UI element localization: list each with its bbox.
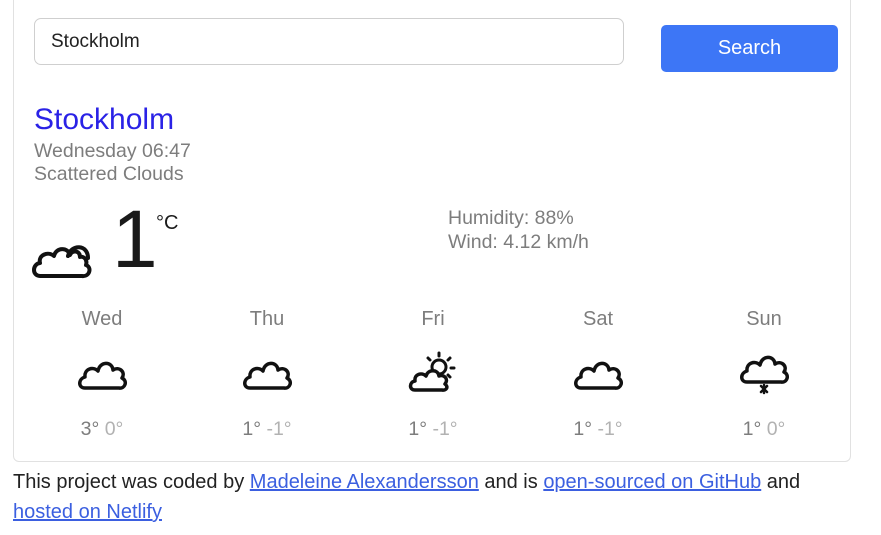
forecast-day: Fri 1° -1° bbox=[378, 308, 488, 441]
forecast-temps: 1° -1° bbox=[543, 418, 653, 441]
forecast-low: 0° bbox=[104, 418, 124, 440]
city-search-input[interactable] bbox=[34, 18, 624, 65]
weather-description: Scattered Clouds bbox=[34, 163, 184, 185]
forecast-day-name: Sat bbox=[582, 308, 614, 330]
cloud-snow-icon bbox=[740, 355, 789, 395]
cloud-icon bbox=[243, 361, 292, 390]
temperature-unit: °C bbox=[156, 212, 179, 234]
netlify-link[interactable]: hosted on Netlify bbox=[13, 501, 162, 523]
forecast-low: -1° bbox=[432, 418, 458, 440]
forecast-day: Sun 1° 0° bbox=[709, 308, 819, 441]
forecast-day-name: Fri bbox=[421, 308, 445, 330]
cloud-icon bbox=[32, 245, 92, 279]
author-link[interactable]: Madeleine Alexandersson bbox=[250, 471, 479, 493]
forecast-high: 1° bbox=[573, 418, 593, 440]
forecast-day-name: Thu bbox=[249, 308, 285, 330]
forecast-day: Sat 1° -1° bbox=[543, 308, 653, 441]
cloud-icon bbox=[574, 361, 623, 390]
footer-text: and bbox=[761, 471, 801, 493]
forecast-day: Thu 1° -1° bbox=[212, 308, 322, 441]
forecast-high: 1° bbox=[408, 418, 428, 440]
forecast-low: 0° bbox=[766, 418, 786, 440]
github-link[interactable]: open-sourced on GitHub bbox=[543, 471, 761, 493]
forecast-day-name: Wed bbox=[81, 308, 123, 330]
forecast-low: -1° bbox=[597, 418, 623, 440]
current-temperature: 1 bbox=[112, 194, 158, 285]
footer-text: and is bbox=[478, 471, 544, 493]
wind-speed: Wind: 4.12 km/h bbox=[448, 231, 589, 253]
forecast-temps: 3° 0° bbox=[47, 418, 157, 441]
sun-behind-cloud-icon bbox=[408, 351, 456, 392]
humidity: Humidity: 88% bbox=[448, 207, 574, 229]
forecast-temps: 1° -1° bbox=[212, 418, 322, 441]
forecast-high: 1° bbox=[742, 418, 762, 440]
footer-text: This project was coded by bbox=[13, 471, 250, 493]
search-button[interactable]: Search bbox=[661, 25, 838, 72]
current-datetime: Wednesday 06:47 bbox=[34, 140, 191, 162]
city-name: Stockholm bbox=[34, 103, 175, 136]
forecast-day-name: Sun bbox=[746, 308, 782, 330]
forecast-low: -1° bbox=[266, 418, 292, 440]
forecast-day: Wed 3° 0° bbox=[47, 308, 157, 441]
forecast-temps: 1° -1° bbox=[378, 418, 488, 441]
forecast-high: 3° bbox=[80, 418, 100, 440]
cloud-icon bbox=[78, 361, 127, 390]
forecast-high: 1° bbox=[242, 418, 262, 440]
footer-credits: This project was coded by Madeleine Alex… bbox=[13, 467, 873, 527]
forecast-temps: 1° 0° bbox=[709, 418, 819, 441]
